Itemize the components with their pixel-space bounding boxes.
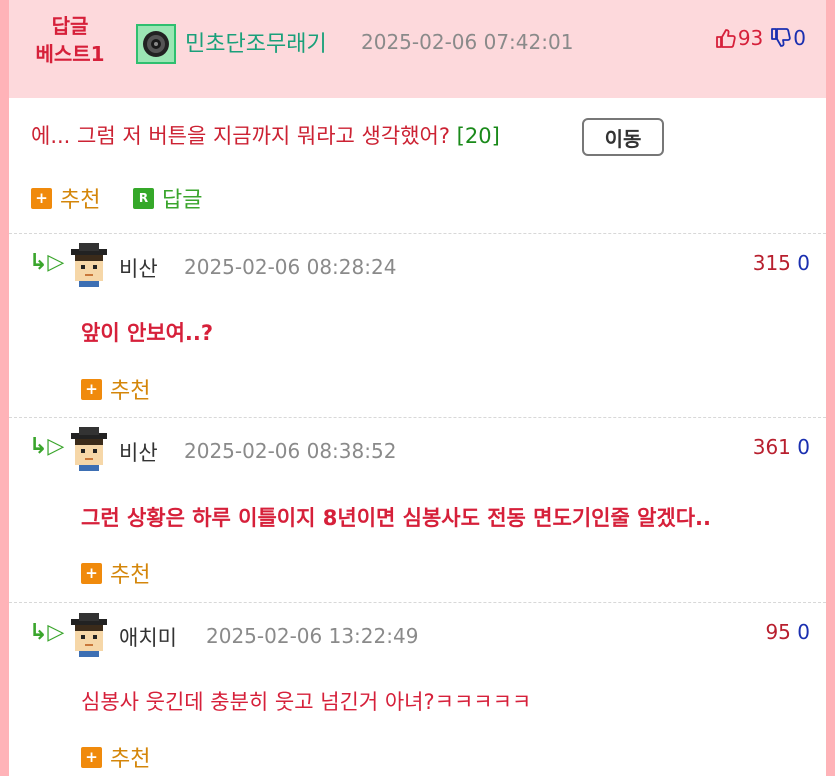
reply-button[interactable]: R 답글 bbox=[133, 182, 202, 214]
post-comment-count: [20] bbox=[456, 124, 500, 148]
reply-badge-icon: R bbox=[133, 187, 154, 209]
best-label-line1: 답글 bbox=[51, 14, 89, 38]
reply-label: 답글 bbox=[162, 188, 203, 213]
comment-votes: 315 0 bbox=[753, 251, 810, 275]
recommend-button[interactable]: + 추천 bbox=[81, 557, 150, 589]
recommend-label: 추천 bbox=[110, 747, 151, 772]
tire-avatar-icon bbox=[143, 31, 169, 57]
best-vote-counts: 93 0 bbox=[714, 26, 806, 50]
comment-votes: 95 0 bbox=[765, 620, 810, 644]
comment-panel: 답글 베스트1 민초단조무래기 2025-02-06 07:42:01 93 0 bbox=[9, 0, 826, 776]
reply-arrow-icon: ↳▷ bbox=[29, 434, 65, 459]
divider bbox=[9, 602, 826, 603]
thumbs-up-icon[interactable] bbox=[714, 27, 736, 49]
comment-text: 그런 상황은 하루 이틀이지 8년이면 심봉사도 전동 면도기인줄 알겠다.. bbox=[81, 506, 712, 530]
recommend-label: 추천 bbox=[110, 563, 151, 588]
comment-nickname[interactable]: 비산 bbox=[119, 437, 158, 467]
comment-up-count: 361 bbox=[752, 435, 791, 459]
comment-down-count: 0 bbox=[797, 251, 810, 275]
comment-up-count: 315 bbox=[752, 251, 791, 275]
thumbs-down-icon[interactable] bbox=[769, 27, 791, 49]
best-reply-header: 답글 베스트1 민초단조무래기 2025-02-06 07:42:01 93 0 bbox=[9, 0, 826, 98]
divider bbox=[9, 233, 826, 234]
avatar[interactable] bbox=[69, 613, 109, 657]
divider bbox=[9, 417, 826, 418]
best-down-count: 0 bbox=[793, 26, 806, 50]
plus-icon: + bbox=[81, 562, 102, 584]
recommend-button[interactable]: + 추천 bbox=[31, 182, 100, 214]
avatar[interactable] bbox=[69, 243, 109, 287]
recommend-button[interactable]: + 추천 bbox=[81, 741, 150, 773]
comment-nickname[interactable]: 애치미 bbox=[119, 622, 177, 652]
move-button[interactable]: 이동 bbox=[582, 118, 664, 156]
comment-up-count: 95 bbox=[765, 620, 791, 644]
plus-icon: + bbox=[31, 187, 52, 209]
comment-nickname[interactable]: 비산 bbox=[119, 253, 158, 283]
comment-down-count: 0 bbox=[797, 620, 810, 644]
best-reply-badge: 답글 베스트1 bbox=[29, 12, 111, 68]
plus-icon: + bbox=[81, 746, 102, 768]
comment-datetime: 2025-02-06 08:28:24 bbox=[184, 255, 397, 279]
avatar[interactable] bbox=[69, 427, 109, 471]
best-label-line2: 베스트1 bbox=[35, 42, 105, 66]
reply-arrow-icon: ↳▷ bbox=[29, 620, 65, 645]
post-title-text[interactable]: 에... 그럼 저 버튼을 지금까지 뭐라고 생각했어? bbox=[31, 124, 450, 148]
post-title[interactable]: 에... 그럼 저 버튼을 지금까지 뭐라고 생각했어? [20] bbox=[31, 120, 500, 150]
recommend-label: 추천 bbox=[60, 188, 101, 213]
comment-down-count: 0 bbox=[797, 435, 810, 459]
best-datetime: 2025-02-06 07:42:01 bbox=[361, 30, 574, 54]
best-up-count: 93 bbox=[737, 26, 764, 50]
avatar[interactable] bbox=[136, 24, 176, 64]
comment-datetime: 2025-02-06 08:38:52 bbox=[184, 439, 397, 463]
comment-text: 심봉사 웃긴데 충분히 웃고 넘긴거 아녀?ㅋㅋㅋㅋㅋ bbox=[81, 690, 532, 714]
comment-votes: 361 0 bbox=[753, 435, 810, 459]
best-nickname[interactable]: 민초단조무래기 bbox=[185, 26, 327, 58]
recommend-button[interactable]: + 추천 bbox=[81, 373, 150, 405]
comment-datetime: 2025-02-06 13:22:49 bbox=[206, 624, 419, 648]
plus-icon: + bbox=[81, 378, 102, 400]
reply-arrow-icon: ↳▷ bbox=[29, 250, 65, 275]
recommend-label: 추천 bbox=[110, 379, 151, 404]
comment-text: 앞이 안보여..? bbox=[81, 321, 214, 345]
